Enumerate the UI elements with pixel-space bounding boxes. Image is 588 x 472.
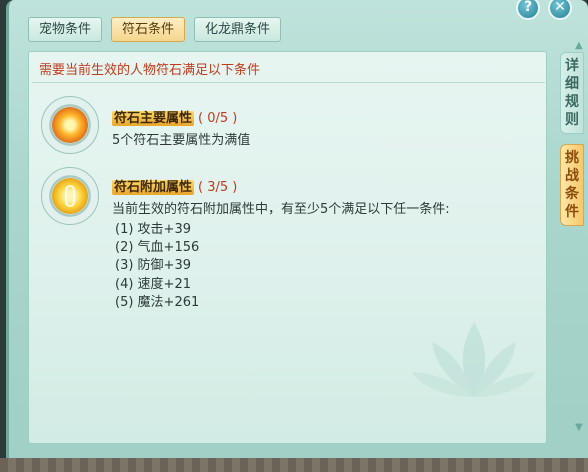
side-tab-challenge-conditions[interactable]: 挑战条件 bbox=[560, 144, 584, 226]
condition-progress: ( 3/5 ) bbox=[198, 180, 238, 195]
bottom-border bbox=[0, 458, 588, 472]
list-item: (5) 魔法+261 bbox=[115, 294, 200, 310]
condition-progress: ( 0/5 ) bbox=[198, 111, 238, 126]
condition-name: 符石附加属性 bbox=[112, 180, 195, 195]
tab-pet-conditions[interactable]: 宠物条件 bbox=[28, 17, 103, 42]
conditions-panel: 需要当前生效的人物符石满足以下条件 符石主要属性( 0/5 ) 5个符石主要属性… bbox=[28, 51, 547, 444]
requirement-list: (1) 攻击+39 (2) 气血+156 (3) 防御+39 (4) 速度+21… bbox=[115, 221, 199, 312]
list-item: (3) 防御+39 bbox=[115, 258, 191, 274]
list-item: (4) 速度+21 bbox=[115, 276, 191, 292]
lotus-decoration bbox=[412, 322, 536, 397]
scroll-up-icon[interactable]: ▲ bbox=[575, 40, 585, 51]
tab-dragon-cauldron-conditions[interactable]: 化龙鼎条件 bbox=[194, 17, 282, 42]
list-item: (1) 攻击+39 bbox=[115, 222, 191, 237]
condition-description: 5个符石主要属性为满值 bbox=[112, 133, 251, 148]
fire-orb-icon bbox=[41, 96, 99, 154]
condition-title: 符石附加属性( 3/5 ) bbox=[112, 179, 237, 197]
condition-description: 当前生效的符石附加属性中，有至少5个满足以下任一条件: bbox=[112, 202, 450, 217]
side-tab-detailed-rules[interactable]: 详细规则 bbox=[560, 52, 584, 134]
side-tabs: 详细规则 挑战条件 bbox=[560, 52, 584, 236]
tab-rune-conditions[interactable]: 符石条件 bbox=[111, 17, 186, 42]
panel-header: 需要当前生效的人物符石满足以下条件 bbox=[32, 59, 545, 83]
condition-tabs: 宠物条件 符石条件 化龙鼎条件 bbox=[28, 17, 282, 42]
gold-coin-icon bbox=[41, 167, 99, 225]
list-item: (2) 气血+156 bbox=[115, 240, 200, 256]
scroll-down-icon[interactable]: ▼ bbox=[575, 422, 585, 433]
condition-title: 符石主要属性( 0/5 ) bbox=[112, 110, 237, 128]
condition-name: 符石主要属性 bbox=[112, 111, 195, 126]
